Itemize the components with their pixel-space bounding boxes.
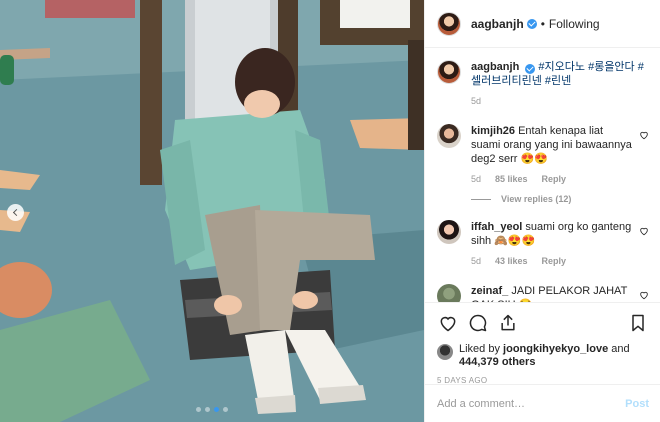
post-side-panel: aagbanjh • Following aagbanjh #지오다노 #롱을안… [424,0,660,422]
caption-username[interactable]: aagbanjh [471,61,519,73]
heart-icon[interactable] [639,130,649,140]
reply-button[interactable]: Reply [542,254,567,268]
comment-username[interactable]: zeinaf_ [471,285,508,297]
comment-username[interactable]: iffah_yeol [471,221,522,233]
commenter-avatar[interactable] [437,220,461,244]
comments-list[interactable]: aagbanjh #지오다노 #롱을안다 #셀러브리티린넨 #린넨 5d kim… [425,48,660,302]
heart-icon [440,316,456,332]
comment-age[interactable]: 5d [471,254,481,268]
comment-likes[interactable]: 85 likes [495,172,528,186]
share-upload-icon [501,314,515,331]
carousel-dot [205,407,210,412]
likes-others-count[interactable]: 444,379 others [459,356,535,368]
comment-item: zeinaf_ JADI PELAKOR JAHAT GAK SIH 😂 [437,284,649,302]
likes-and-label: and [611,343,630,355]
post-actions: Liked by joongkihyekyo_love and 444,379 … [425,302,660,385]
liker-avatar[interactable] [437,344,453,360]
share-button[interactable] [497,312,519,334]
comment-item: kimjih26 Entah kenapa liat suami orang y… [437,124,649,186]
commenter-avatar[interactable] [437,124,461,148]
comment-likes[interactable]: 43 likes [495,254,528,268]
carousel-dot [196,407,201,412]
header-separator: • [540,16,545,31]
replies-divider-line [471,198,491,200]
add-comment-bar: Post [425,384,660,422]
reply-button[interactable]: Reply [542,172,567,186]
comment-input[interactable] [437,397,626,410]
caption: aagbanjh #지오다노 #롱을안다 #셀러브리티린넨 #린넨 5d [437,60,649,108]
carousel-dot [214,407,219,412]
post-header: aagbanjh • Following [425,0,660,48]
liked-by-label: Liked by [459,343,500,355]
likes-summary: Liked by joongkihyekyo_love and 444,379 … [437,343,649,369]
heart-icon[interactable] [639,226,649,236]
following-button[interactable]: Following [549,17,600,31]
commenter-avatar[interactable] [437,284,461,302]
verified-badge-icon [525,63,536,74]
comment-age[interactable]: 5d [471,172,481,186]
heart-icon[interactable] [639,290,649,300]
chevron-left-icon [12,208,21,217]
save-button[interactable] [627,312,649,334]
view-replies-button[interactable]: View replies (12) [471,194,649,204]
carousel-dot [223,407,228,412]
comment-username[interactable]: kimjih26 [471,125,515,137]
caption-age[interactable]: 5d [471,94,481,108]
post-photo[interactable] [0,0,424,422]
caption-avatar[interactable] [437,60,461,84]
like-button[interactable] [437,312,459,334]
comment-button[interactable] [467,312,489,334]
author-avatar[interactable] [437,11,461,36]
view-replies-label: View replies (12) [501,194,572,204]
verified-badge-icon [526,18,537,29]
post-comment-button[interactable]: Post [625,398,649,410]
carousel-prev-button[interactable] [7,204,24,221]
bookmark-icon [632,314,644,332]
carousel-indicator [0,407,424,412]
comment-item: iffah_yeol suami org ko ganteng sihh 🙈😍😍… [437,220,649,268]
photo-illustration [0,0,424,422]
author-username[interactable]: aagbanjh [471,17,524,31]
first-liker-username[interactable]: joongkihyekyo_love [503,343,608,355]
comment-bubble-icon [469,314,487,332]
